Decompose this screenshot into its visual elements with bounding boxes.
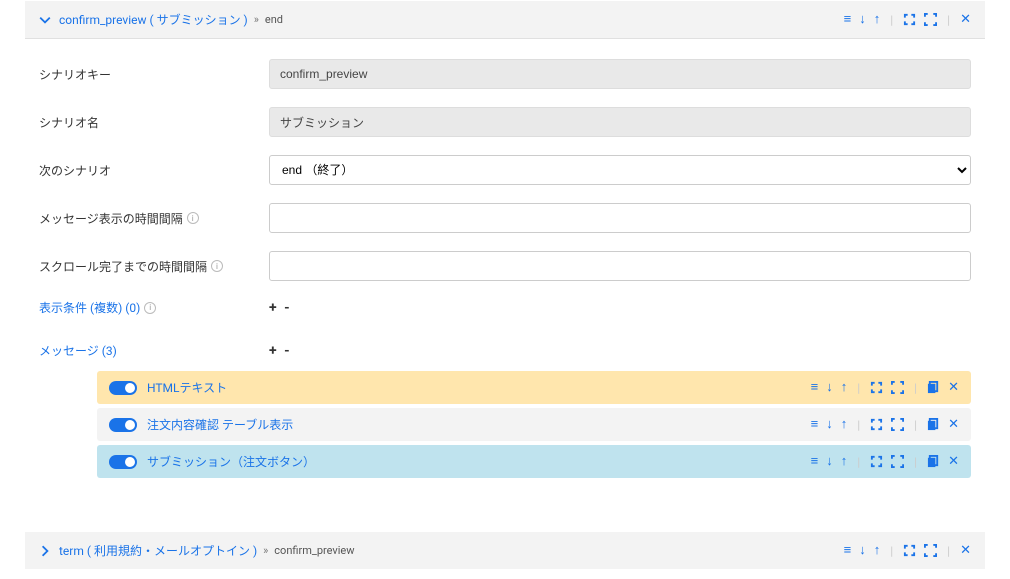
next-scenario-select[interactable]: end （終了） [269, 155, 971, 185]
message-toolbar: ≡ ↓ ↑ | | ✕ [811, 418, 959, 432]
expand-icon[interactable] [903, 13, 916, 26]
breadcrumb-separator: » [254, 13, 259, 26]
scenario-key-input [269, 59, 971, 89]
chevron-right-icon[interactable] [39, 545, 51, 557]
conditions-label-link[interactable]: 表示条件 (複数) (0) [39, 299, 140, 316]
arrow-down-icon[interactable]: ↓ [859, 544, 866, 557]
breadcrumb-next: confirm_preview [274, 544, 354, 557]
panel-header[interactable]: confirm_preview ( サブミッション ) » end ≡ ↓ ↑ … [25, 1, 985, 39]
scenario-name-label: シナリオ名 [39, 114, 269, 131]
copy-icon[interactable] [927, 418, 940, 431]
drag-handle-icon[interactable]: ≡ [844, 544, 852, 557]
fullscreen-icon[interactable] [924, 13, 937, 26]
msg-interval-input[interactable] [269, 203, 971, 233]
info-icon[interactable]: i [144, 302, 156, 314]
panel-toolbar: ≡ ↓ ↑ | | ✕ [844, 544, 971, 558]
scenario-name-input [269, 107, 971, 137]
close-icon[interactable]: ✕ [960, 13, 971, 26]
scenario-key-link[interactable]: confirm_preview ( サブミッション ) [59, 11, 248, 28]
arrow-down-icon[interactable]: ↓ [859, 13, 866, 26]
close-icon[interactable]: ✕ [948, 418, 959, 431]
close-icon[interactable]: ✕ [948, 381, 959, 394]
message-toolbar: ≡ ↓ ↑ | | ✕ [811, 455, 959, 469]
message-toggle[interactable] [109, 381, 137, 395]
arrow-down-icon[interactable]: ↓ [826, 381, 833, 394]
close-icon[interactable]: ✕ [960, 544, 971, 557]
fullscreen-icon[interactable] [891, 418, 904, 431]
message-list: HTMLテキスト ≡ ↓ ↑ | | ✕ 注文内容確認 テーブル表示 [39, 371, 971, 478]
message-toggle[interactable] [109, 418, 137, 432]
arrow-down-icon[interactable]: ↓ [826, 455, 833, 468]
msg-interval-label: メッセージ表示の時間間隔 i [39, 210, 269, 227]
arrow-down-icon[interactable]: ↓ [826, 418, 833, 431]
message-item[interactable]: サブミッション（注文ボタン） ≡ ↓ ↑ | | ✕ [97, 445, 971, 478]
expand-icon[interactable] [903, 544, 916, 557]
message-title[interactable]: サブミッション（注文ボタン） [147, 453, 315, 470]
info-icon[interactable]: i [211, 260, 223, 272]
message-toolbar: ≡ ↓ ↑ | | ✕ [811, 381, 959, 395]
next-scenario-label: 次のシナリオ [39, 162, 269, 179]
arrow-up-icon[interactable]: ↑ [874, 544, 881, 557]
message-item[interactable]: 注文内容確認 テーブル表示 ≡ ↓ ↑ | | ✕ [97, 408, 971, 441]
drag-handle-icon[interactable]: ≡ [811, 418, 819, 431]
expand-icon[interactable] [870, 455, 883, 468]
scenario-key-label: シナリオキー [39, 66, 269, 83]
copy-icon[interactable] [927, 381, 940, 394]
message-title[interactable]: 注文内容確認 テーブル表示 [147, 416, 293, 433]
drag-handle-icon[interactable]: ≡ [844, 13, 852, 26]
message-item[interactable]: HTMLテキスト ≡ ↓ ↑ | | ✕ [97, 371, 971, 404]
scenario-key-link[interactable]: term ( 利用規約・メールオプトイン ) [59, 542, 257, 559]
arrow-up-icon[interactable]: ↑ [874, 13, 881, 26]
panel-toolbar: ≡ ↓ ↑ | | ✕ [844, 13, 971, 27]
conditions-add-remove[interactable]: + - [269, 300, 292, 316]
breadcrumb-next: end [265, 13, 283, 26]
arrow-up-icon[interactable]: ↑ [841, 381, 848, 394]
messages-add-remove[interactable]: + - [269, 343, 292, 359]
fullscreen-icon[interactable] [891, 455, 904, 468]
copy-icon[interactable] [927, 455, 940, 468]
panel-body: シナリオキー シナリオ名 次のシナリオ end （終了） メッセージ表示の時間間… [25, 39, 985, 522]
arrow-up-icon[interactable]: ↑ [841, 455, 848, 468]
expand-icon[interactable] [870, 381, 883, 394]
breadcrumb-separator: » [263, 544, 268, 557]
messages-label-link[interactable]: メッセージ (3) [39, 342, 117, 359]
drag-handle-icon[interactable]: ≡ [811, 381, 819, 394]
drag-handle-icon[interactable]: ≡ [811, 455, 819, 468]
close-icon[interactable]: ✕ [948, 455, 959, 468]
chevron-down-icon[interactable] [39, 14, 51, 26]
fullscreen-icon[interactable] [924, 544, 937, 557]
info-icon[interactable]: i [187, 212, 199, 224]
arrow-up-icon[interactable]: ↑ [841, 418, 848, 431]
expand-icon[interactable] [870, 418, 883, 431]
scenario-panel-confirm-preview: confirm_preview ( サブミッション ) » end ≡ ↓ ↑ … [25, 1, 985, 522]
scenario-panel-term: term ( 利用規約・メールオプトイン ) » confirm_preview… [25, 532, 985, 569]
message-toggle[interactable] [109, 455, 137, 469]
scroll-interval-label: スクロール完了までの時間間隔 i [39, 258, 269, 275]
fullscreen-icon[interactable] [891, 381, 904, 394]
panel-header[interactable]: term ( 利用規約・メールオプトイン ) » confirm_preview… [25, 532, 985, 569]
message-title[interactable]: HTMLテキスト [147, 379, 227, 396]
scroll-interval-input[interactable] [269, 251, 971, 281]
